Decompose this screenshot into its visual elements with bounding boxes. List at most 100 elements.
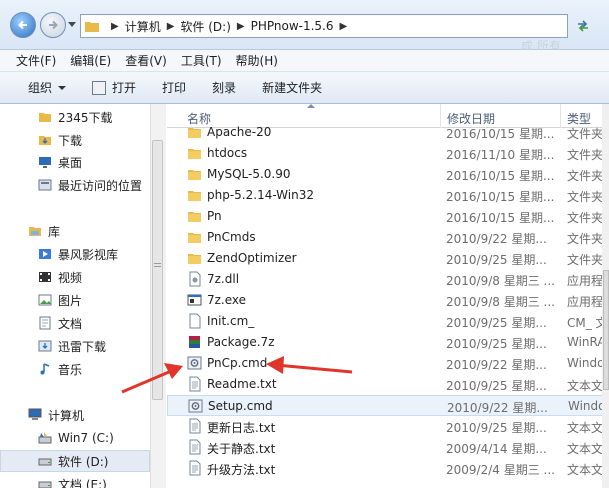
- nav-item-drive-c[interactable]: Win7 (C:): [0, 427, 150, 449]
- chevron-right-icon[interactable]: ▶: [237, 21, 245, 32]
- nav-label: Win7 (C:): [58, 431, 114, 445]
- menu-tools[interactable]: 工具(T): [181, 52, 222, 69]
- nav-item-desktop[interactable]: 桌面: [0, 151, 150, 173]
- file-date: 2010/9/25 星期...: [446, 316, 547, 330]
- desktop-icon: [39, 157, 51, 168]
- nav-item-videos[interactable]: 视频: [0, 266, 150, 288]
- breadcrumb-drive-d[interactable]: 软件 (D:): [180, 18, 230, 35]
- file-row[interactable]: Init.cm_ 2010/9/25 星期... CM_ 文: [167, 311, 603, 332]
- nav-item-2345-downloads[interactable]: 2345下载: [0, 106, 150, 128]
- folder-icon: [187, 124, 202, 140]
- chevron-down-icon: [58, 85, 67, 90]
- nav-scrollbar-thumb[interactable]: [152, 140, 163, 400]
- chevron-right-icon[interactable]: ▶: [111, 21, 119, 32]
- text-file-icon: [187, 460, 202, 476]
- file-date: 2010/9/25 星期...: [446, 253, 547, 267]
- arrow-right-icon: [49, 20, 58, 30]
- burn-button[interactable]: 刻录: [212, 79, 236, 96]
- nav-item-thunder-downloads[interactable]: 迅雷下载: [0, 335, 150, 357]
- address-path[interactable]: ▶ 计算机 ▶ 软件 (D:) ▶ PHPnow-1.5.6 ▶ 成 所有: [80, 14, 568, 53]
- breadcrumb-computer[interactable]: 计算机: [125, 18, 161, 35]
- file-row[interactable]: 升级方法.txt 2009/2/4 星期三 ... 文本文: [167, 458, 603, 479]
- file-row[interactable]: Package.7z 2010/9/25 星期... WinRA: [167, 332, 603, 353]
- file-name: ZendOptimizer: [207, 251, 297, 265]
- menu-help[interactable]: 帮助(H): [236, 52, 278, 69]
- file-row[interactable]: Apache-20 2016/10/15 星期... 文件夹: [167, 122, 603, 143]
- menu-bar: 文件(F) 编辑(E) 查看(V) 工具(T) 帮助(H): [0, 50, 609, 72]
- file-type: 文件夹: [567, 127, 603, 141]
- nav-item-pictures[interactable]: 图片: [0, 289, 150, 311]
- nav-label: 迅雷下载: [58, 339, 107, 354]
- nav-item-documents[interactable]: 文档: [0, 312, 150, 334]
- file-row[interactable]: 关于静态.txt 2009/4/14 星期... 文本文: [167, 437, 603, 458]
- file-date: 2010/9/22 星期...: [446, 232, 547, 246]
- back-button[interactable]: [10, 12, 36, 38]
- file-row[interactable]: ZendOptimizer 2010/9/25 星期... 文件夹: [167, 248, 603, 269]
- menu-edit[interactable]: 编辑(E): [70, 52, 111, 69]
- file-row[interactable]: Setup.cmd 2010/9/22 星期... Windo: [167, 395, 604, 416]
- chevron-right-icon[interactable]: ▶: [167, 21, 175, 32]
- file-name: 7z.exe: [207, 293, 247, 307]
- nav-item-drive-e[interactable]: 文档 (E:): [0, 473, 150, 488]
- folder-icon: [85, 21, 99, 32]
- file-row[interactable]: MySQL-5.0.90 2016/10/15 星期... 文件夹: [167, 164, 603, 185]
- nav-item-downloads[interactable]: 下载: [0, 129, 150, 151]
- print-button[interactable]: 打印: [162, 79, 186, 96]
- folder-icon: [187, 229, 202, 245]
- text-file-icon: [187, 376, 202, 392]
- file-type: 文本文: [567, 421, 603, 435]
- nav-item-computer[interactable]: 计算机: [0, 404, 150, 426]
- file-type: CM_ 文: [567, 316, 603, 330]
- file-type: Windo: [567, 356, 603, 370]
- refresh-button[interactable]: [575, 18, 591, 34]
- file-row[interactable]: htdocs 2016/11/10 星期... 文件夹: [167, 143, 603, 164]
- file-row[interactable]: 更新日志.txt 2010/9/25 星期... 文本文: [167, 416, 603, 437]
- file-row[interactable]: php-5.2.14-Win32 2016/10/15 星期... 文件夹: [167, 185, 603, 206]
- file-date: 2016/10/15 星期...: [446, 190, 555, 204]
- documents-icon: [39, 316, 51, 330]
- organize-button[interactable]: 组织: [28, 79, 67, 96]
- file-name: 7z.dll: [207, 272, 240, 286]
- file-date: 2016/10/15 星期...: [446, 169, 555, 183]
- sort-ascending-icon: [307, 104, 315, 108]
- file-name: 关于静态.txt: [207, 442, 276, 456]
- print-label: 打印: [162, 81, 187, 95]
- nav-label: 暴风影视库: [58, 247, 119, 262]
- folder-icon: [187, 208, 202, 224]
- file-row[interactable]: Pn 2016/10/15 星期... 文件夹: [167, 206, 603, 227]
- file-name: Readme.txt: [207, 377, 277, 391]
- drive-c-icon: [38, 432, 52, 444]
- video-icon: [39, 272, 51, 282]
- file-name: MySQL-5.0.90: [207, 167, 291, 181]
- nav-item-music[interactable]: 音乐: [0, 358, 150, 380]
- nav-label: 音乐: [58, 362, 83, 377]
- nav-item-drive-d[interactable]: 软件 (D:): [0, 450, 150, 472]
- chevron-right-icon[interactable]: ▶: [340, 21, 348, 32]
- drive-d-icon: [38, 458, 52, 466]
- file-row[interactable]: PnCp.cmd 2010/9/22 星期... Windo: [167, 353, 603, 374]
- command-bar: 组织 打开 打印 刻录 新建文件夹: [0, 72, 609, 104]
- nav-item-recent-places[interactable]: 最近访问的位置: [0, 174, 150, 196]
- nav-label: 文档 (E:): [58, 477, 107, 488]
- file-name: Apache-20: [207, 125, 272, 139]
- file-date: 2010/9/8 星期三 ...: [446, 274, 555, 288]
- archive-icon: [187, 334, 202, 350]
- open-button[interactable]: 打开: [92, 79, 136, 96]
- file-row[interactable]: Readme.txt 2010/9/25 星期... 文本文: [167, 374, 603, 395]
- breadcrumb-phpnow[interactable]: PHPnow-1.5.6: [251, 19, 334, 33]
- forward-button[interactable]: [40, 12, 66, 38]
- file-type: 文件夹: [567, 169, 603, 183]
- menu-view[interactable]: 查看(V): [125, 52, 167, 69]
- file-row[interactable]: 7z.exe 2010/9/8 星期三 ... 应用程: [167, 290, 603, 311]
- new-folder-button[interactable]: 新建文件夹: [262, 79, 322, 96]
- nav-item-baofeng-library[interactable]: 暴风影视库: [0, 243, 150, 265]
- file-date: 2009/4/14 星期...: [446, 442, 547, 456]
- list-scrollbar-thumb[interactable]: [603, 270, 609, 390]
- file-name: PnCmds: [207, 230, 256, 244]
- file-row[interactable]: PnCmds 2010/9/22 星期... 文件夹: [167, 227, 603, 248]
- new-folder-label: 新建文件夹: [262, 81, 323, 95]
- recent-pages-dropdown[interactable]: [68, 22, 76, 27]
- nav-item-libraries[interactable]: 库: [0, 220, 150, 242]
- menu-file[interactable]: 文件(F): [16, 52, 56, 69]
- file-row[interactable]: 7z.dll 2010/9/8 星期三 ... 应用程: [167, 269, 603, 290]
